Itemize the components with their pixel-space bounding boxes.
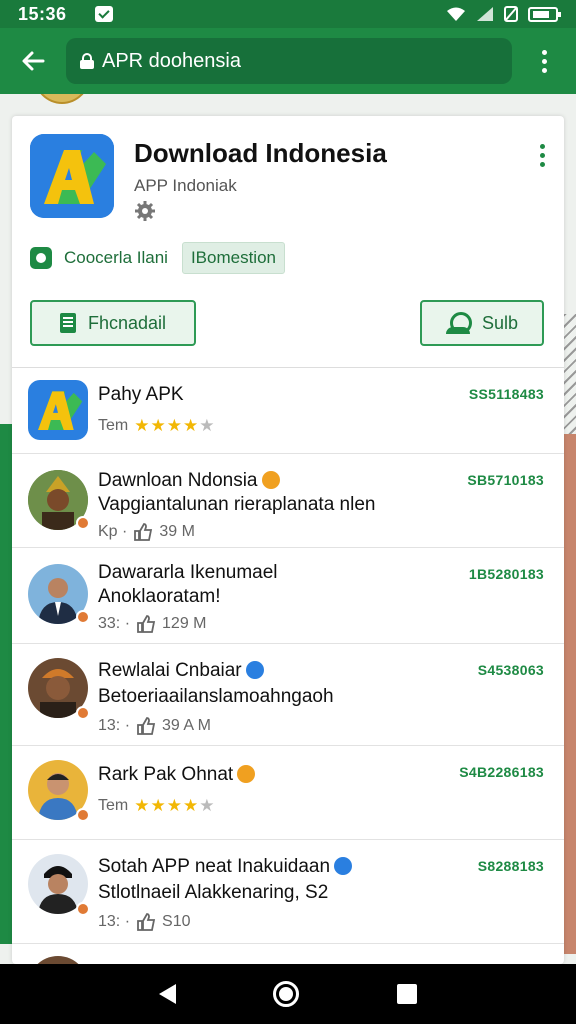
app-logo-graphic (30, 134, 114, 218)
list-item[interactable]: Dawnloan Ndonsia Vapgiantalunan rierapla… (12, 454, 564, 548)
status-badge (76, 516, 90, 530)
gear-icon[interactable] (134, 200, 156, 222)
status-icons (446, 6, 561, 22)
status-badge (76, 706, 90, 720)
emoji-icon (261, 471, 280, 489)
item-title: Rewlalai Cnbaiar (98, 660, 264, 682)
app-header: Download Indonesia APP Indoniak Coocerla… (12, 116, 564, 368)
list-item[interactable]: Sotah APP neat Inakuidaan Stlotlnaeil Al… (12, 840, 564, 944)
back-button[interactable] (0, 28, 66, 94)
battery-icon (528, 6, 561, 22)
browser-menu-button[interactable] (512, 28, 576, 94)
url-text: APR doohensia (102, 49, 241, 72)
more-vert-icon (541, 49, 547, 73)
item-title: Rark Pak Ohnat (98, 764, 256, 786)
list-item[interactable]: Pahy APK Tem ★★★★★ SS5118483 (12, 368, 564, 454)
verified-icon (245, 661, 264, 679)
item-meta-text: Tem (98, 417, 129, 434)
item-meta: 33: · 129 M (98, 615, 207, 633)
item-meta: Tem ★★★★★ (98, 416, 215, 436)
more-vert-icon (539, 143, 545, 167)
app-card: Download Indonesia APP Indoniak Coocerla… (12, 116, 564, 964)
download-button-label: Fhcnadail (87, 312, 167, 333)
wifi-icon (447, 7, 465, 21)
item-count: S4B2286183 (459, 764, 544, 780)
app-title: Download Indonesia (134, 138, 387, 168)
background-sketch-image (564, 314, 576, 434)
item-meta: Tem ★★★★★ (98, 796, 215, 816)
item-desc: Anoklaoratam! (98, 586, 221, 607)
chat-icon (30, 247, 52, 269)
status-badge (76, 902, 90, 916)
item-count: S4538063 (477, 662, 544, 678)
item-meta: 13: · 39 A M (98, 717, 211, 735)
list-item[interactable] (12, 944, 564, 964)
browser-toolbar: APR doohensia (0, 28, 576, 94)
nav-recents-icon[interactable] (397, 984, 418, 1004)
item-title: Dawararla Ikenumael (98, 562, 278, 583)
emoji-icon (237, 765, 256, 783)
app-menu-button[interactable] (534, 142, 550, 168)
item-meta-text: Tem (98, 797, 129, 814)
nav-back-icon[interactable] (158, 984, 176, 1004)
background-left-strip (0, 424, 12, 944)
thumb-up-icon (134, 523, 153, 541)
item-meta: Kp · 39 M (98, 523, 195, 541)
subscribe-button[interactable]: Sulb (420, 300, 544, 346)
arrow-left-icon (22, 51, 45, 71)
item-desc: Betoeriaailanslamoahngaoh (98, 686, 334, 707)
list-item[interactable]: Rark Pak Ohnat Tem ★★★★★ S4B2286183 (12, 746, 564, 840)
status-badge (76, 610, 90, 624)
person-icon (445, 312, 472, 334)
background-coin-image (34, 94, 90, 104)
list-item[interactable]: Rewlalai Cnbaiar Betoeriaailanslamoahnga… (12, 644, 564, 746)
no-sim-icon (504, 6, 518, 22)
item-title: Pahy APK (98, 384, 184, 405)
nav-home-icon[interactable] (273, 981, 300, 1007)
category-chip[interactable]: IBomestion (181, 242, 285, 274)
item-avatar (28, 956, 88, 964)
rating-stars: ★★★★★ (134, 796, 216, 815)
rating-stars: ★★★★★ (134, 416, 216, 435)
item-desc: Vapgiantalunan rieraplanata nlen (98, 494, 376, 515)
item-count: SB5710183 (467, 472, 544, 488)
url-bar[interactable]: APR doohensia (66, 38, 512, 84)
status-bar: 15:36 (0, 0, 576, 28)
item-count: S8288183 (477, 858, 544, 874)
signal-icon (477, 7, 493, 21)
status-time: 15:36 (18, 3, 67, 24)
subscribe-button-label: Sulb (481, 312, 519, 333)
item-title: Sotah APP neat Inakuidaan (98, 856, 353, 878)
download-button[interactable]: Fhcnadail (30, 300, 196, 346)
item-count: SS5118483 (468, 386, 544, 402)
lock-icon (80, 53, 94, 69)
item-desc: Stlotlnaeil Alakkenaring, S2 (98, 882, 329, 903)
item-count: 1B5280183 (468, 566, 544, 582)
status-badge (76, 808, 90, 822)
system-nav-bar (0, 964, 576, 1024)
app-logo (30, 134, 114, 218)
thumb-up-icon (137, 717, 156, 735)
item-meta: 13: · S10 (98, 913, 191, 931)
list-item[interactable]: Dawararla Ikenumael Anoklaoratam! 33: · … (12, 548, 564, 644)
thumb-up-icon (137, 615, 156, 633)
item-title: Dawnloan Ndonsia (98, 470, 280, 492)
app-list: Pahy APK Tem ★★★★★ SS5118483 Dawnloan Nd… (12, 368, 564, 964)
tag-row: Coocerla Ilani IBomestion (30, 242, 285, 274)
thumb-up-icon (137, 913, 156, 931)
category-label[interactable]: Coocerla Ilani (64, 248, 168, 268)
app-developer: APP Indoniak (134, 176, 237, 195)
verified-icon (334, 857, 353, 875)
background-right-strip (564, 434, 576, 954)
document-icon (59, 313, 76, 333)
item-app-icon (28, 380, 88, 440)
notification-icon (94, 6, 113, 22)
